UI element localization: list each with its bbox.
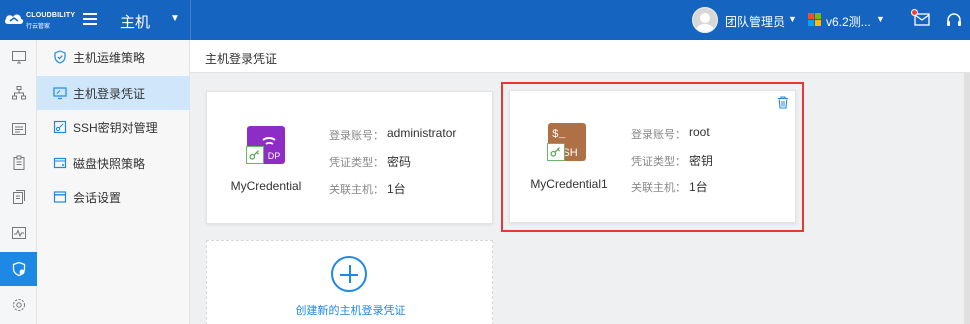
rail-topology[interactable] [0, 76, 37, 110]
rail-list[interactable] [0, 112, 37, 146]
rail-clipboard[interactable] [0, 146, 37, 180]
rail-settings[interactable] [0, 288, 37, 322]
type-label: 凭证类型： [329, 157, 384, 169]
nav-item-host-policy[interactable]: 主机运维策略 [37, 40, 190, 74]
account-value: administrator [387, 126, 457, 140]
add-credential-card[interactable]: 创建新的主机登录凭证 [206, 240, 493, 324]
list-icon [11, 123, 26, 135]
version-selector[interactable]: v6.2测... [826, 13, 871, 30]
selection-highlight [501, 82, 804, 232]
add-credential-label[interactable]: 创建新的主机登录凭证 [207, 302, 494, 318]
header-divider [190, 0, 191, 40]
disk-icon [53, 157, 67, 169]
support-headset-icon[interactable] [946, 12, 962, 28]
page-title: 主机登录凭证 [205, 52, 278, 66]
monitor-icon [11, 51, 26, 64]
shield-gear-icon [12, 261, 25, 277]
rail-monitor[interactable] [0, 40, 37, 74]
plus-icon[interactable] [331, 256, 367, 292]
nav-item-ssh-keys[interactable]: SSH密钥对管理 [37, 110, 190, 144]
monitor-key-icon [53, 87, 67, 100]
team-role-menu[interactable]: 团队管理员 [725, 13, 785, 30]
activity-icon [11, 227, 26, 239]
brand-subtitle: 行云管家 [26, 24, 51, 30]
main-content: 主机登录凭证 DP MyCredential 登录账号： administrat… [190, 40, 970, 324]
key-card-icon [53, 120, 67, 134]
notification-dot [911, 9, 918, 16]
chevron-down-icon[interactable]: ▼ [788, 14, 797, 24]
cloudbility-logo[interactable]: CLOUDBILITY 行云管家 [4, 9, 75, 31]
top-bar: CLOUDBILITY 行云管家 主机 ▼ 团队管理员 ▼ v6.2测... ▼ [0, 0, 970, 40]
nav-item-label: 会话设置 [73, 190, 122, 205]
nav-item-label: 主机运维策略 [73, 50, 146, 65]
breadcrumb-bar: 主机登录凭证 [190, 40, 970, 73]
key-icon [246, 146, 264, 164]
gear-icon [12, 299, 25, 311]
document-icon [12, 190, 25, 204]
brand-name: CLOUDBILITY [26, 12, 76, 19]
rail-document[interactable] [0, 180, 37, 214]
chevron-down-icon[interactable]: ▼ [876, 14, 885, 24]
window-icon [53, 191, 67, 203]
credential-card[interactable]: DP MyCredential 登录账号： administrator 凭证类型… [206, 91, 493, 224]
module-selector[interactable]: 主机 [120, 11, 150, 32]
rail-activity[interactable] [0, 216, 37, 250]
user-avatar[interactable] [692, 7, 718, 33]
nav-item-disk-snapshot[interactable]: 磁盘快照策略 [37, 146, 190, 180]
shield-check-icon [54, 50, 66, 64]
nav-item-label: 磁盘快照策略 [73, 156, 146, 171]
chevron-down-icon[interactable]: ▼ [170, 13, 180, 24]
rail-security-active[interactable] [0, 252, 37, 286]
icon-rail [0, 40, 37, 324]
type-value: 密码 [387, 155, 412, 169]
side-nav: 主机运维策略 主机登录凭证 SSH密钥对管理 磁盘快照策略 会话设置 [37, 40, 190, 324]
windows-logo-icon [808, 13, 821, 26]
credential-name: MyCredential [230, 179, 302, 193]
clipboard-icon [13, 155, 24, 170]
nav-item-session-settings[interactable]: 会话设置 [37, 180, 190, 214]
hosts-value: 1台 [387, 182, 406, 196]
svg-text:DP: DP [268, 151, 281, 161]
menu-toggle-icon[interactable] [83, 13, 97, 25]
scrollbar[interactable] [964, 73, 970, 324]
nav-item-label: 主机登录凭证 [73, 86, 146, 101]
nav-item-label: SSH密钥对管理 [73, 120, 158, 135]
topology-icon [11, 86, 26, 100]
cloud-logo-icon [4, 14, 24, 24]
hosts-label: 关联主机： [329, 184, 384, 196]
nav-item-host-credentials[interactable]: 主机登录凭证 [37, 76, 190, 110]
account-label: 登录账号： [329, 130, 384, 142]
